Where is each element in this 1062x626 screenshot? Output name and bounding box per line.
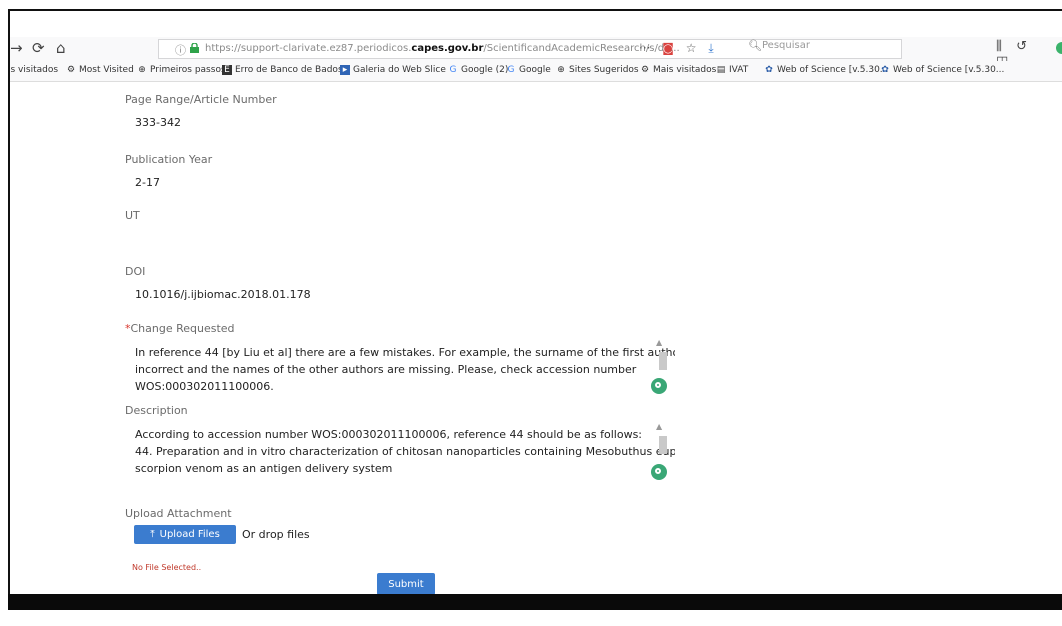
grammarly-icon[interactable] <box>651 464 667 480</box>
page-icon: E <box>222 65 232 75</box>
url-actions: ··· ◙ ☆ ⤓ <box>639 41 722 56</box>
no-file-message: No File Selected.. <box>132 563 202 572</box>
more-icon[interactable]: ··· <box>639 41 650 55</box>
clarivate-icon: ✿ <box>881 65 889 75</box>
doi-label: DOI <box>125 265 146 278</box>
home-icon[interactable]: ⌂ <box>56 39 66 57</box>
search-icon: 🔍︎ <box>748 39 762 52</box>
publication-year-value: 2-17 <box>135 176 160 189</box>
globe-icon: ⊕ <box>138 65 146 75</box>
gear-icon: ⚙ <box>66 65 76 75</box>
slice-icon: ▸ <box>340 65 350 75</box>
upload-attachment-label: Upload Attachment <box>125 507 232 520</box>
change-requested-textarea[interactable]: In reference 44 [by Liu et al] there are… <box>125 344 675 398</box>
library-icon[interactable]: ⫼ <box>996 39 1002 54</box>
clarivate-icon: ✿ <box>765 65 773 75</box>
scrollbar-thumb[interactable] <box>659 436 667 454</box>
drop-files-text: Or drop files <box>242 528 310 541</box>
change-requested-label: *Change Requested <box>125 322 235 335</box>
bookmark-item[interactable]: ✿ Web of Science [v.5.30... <box>880 65 1004 75</box>
forward-icon[interactable]: → <box>10 39 23 57</box>
scroll-up-icon[interactable]: ▲ <box>656 422 662 431</box>
bookmark-item[interactable]: ⊕ Primeiros passos <box>137 65 225 75</box>
folder-icon: ▤ <box>716 65 726 75</box>
submit-button[interactable]: Submit <box>377 573 435 594</box>
scroll-up-icon[interactable]: ▲ <box>656 338 662 347</box>
browser-toolbar: → ⟳ ⌂ ⓘ https://support-clarivate.ez87.p… <box>10 37 1062 69</box>
ut-label: UT <box>125 209 140 222</box>
google-icon: G <box>507 65 515 75</box>
bookmark-star-icon[interactable]: ☆ <box>686 41 697 55</box>
lock-icon <box>190 43 199 53</box>
page-range-value: 333-342 <box>135 116 181 129</box>
bookmark-item[interactable]: G Google <box>506 65 551 75</box>
upload-icon: ⤒ <box>150 529 155 540</box>
bookmark-item[interactable]: G Google (2) <box>448 65 509 75</box>
bookmark-item[interactable]: is visitados <box>10 65 58 75</box>
search-input[interactable]: Pesquisar <box>762 40 810 51</box>
browser-window: → ⟳ ⌂ ⓘ https://support-clarivate.ez87.p… <box>8 9 1062 594</box>
bookmark-item[interactable]: ✿ Web of Science [v.5.30... <box>764 65 888 75</box>
bottom-bar <box>8 594 1062 610</box>
download-icon[interactable]: ⤓ <box>708 41 713 55</box>
extension-icon[interactable] <box>1056 42 1062 54</box>
bookmark-item[interactable]: ⚙ Mais visitados <box>640 65 716 75</box>
bookmark-item[interactable]: ⊕ Sites Sugeridos <box>556 65 638 75</box>
reload-icon[interactable]: ⟳ <box>32 39 45 57</box>
bookmark-item[interactable]: E Erro de Banco de Bados <box>222 65 343 75</box>
history-icon[interactable]: ↺ <box>1016 39 1027 54</box>
gear-icon: ⚙ <box>640 65 650 75</box>
info-icon[interactable]: ⓘ <box>175 42 186 58</box>
description-textarea[interactable]: According to accession number WOS:000302… <box>125 426 675 480</box>
bookmark-item[interactable]: ▤ IVAT <box>716 65 748 75</box>
page-range-label: Page Range/Article Number <box>125 93 277 106</box>
scrollbar-thumb[interactable] <box>659 352 667 370</box>
globe-icon: ⊕ <box>557 65 565 75</box>
bookmark-item[interactable]: ⚙ Most Visited <box>66 65 134 75</box>
google-icon: G <box>449 65 457 75</box>
upload-files-button[interactable]: ⤒ Upload Files <box>134 525 236 544</box>
url-text[interactable]: https://support-clarivate.ez87.periodico… <box>205 43 680 54</box>
description-label: Description <box>125 404 188 417</box>
pocket-icon[interactable]: ◙ <box>662 41 674 55</box>
grammarly-icon[interactable] <box>651 378 667 394</box>
bookmark-item[interactable]: ▸ Galeria do Web Slice <box>340 65 446 75</box>
page-content: Page Range/Article Number 333-342 Public… <box>10 82 1062 594</box>
publication-year-label: Publication Year <box>125 153 213 166</box>
doi-value: 10.1016/j.ijbiomac.2018.01.178 <box>135 288 311 301</box>
bookmarks-bar: is visitados ⚙ Most Visited ⊕ Primeiros pa… <box>10 61 1062 82</box>
